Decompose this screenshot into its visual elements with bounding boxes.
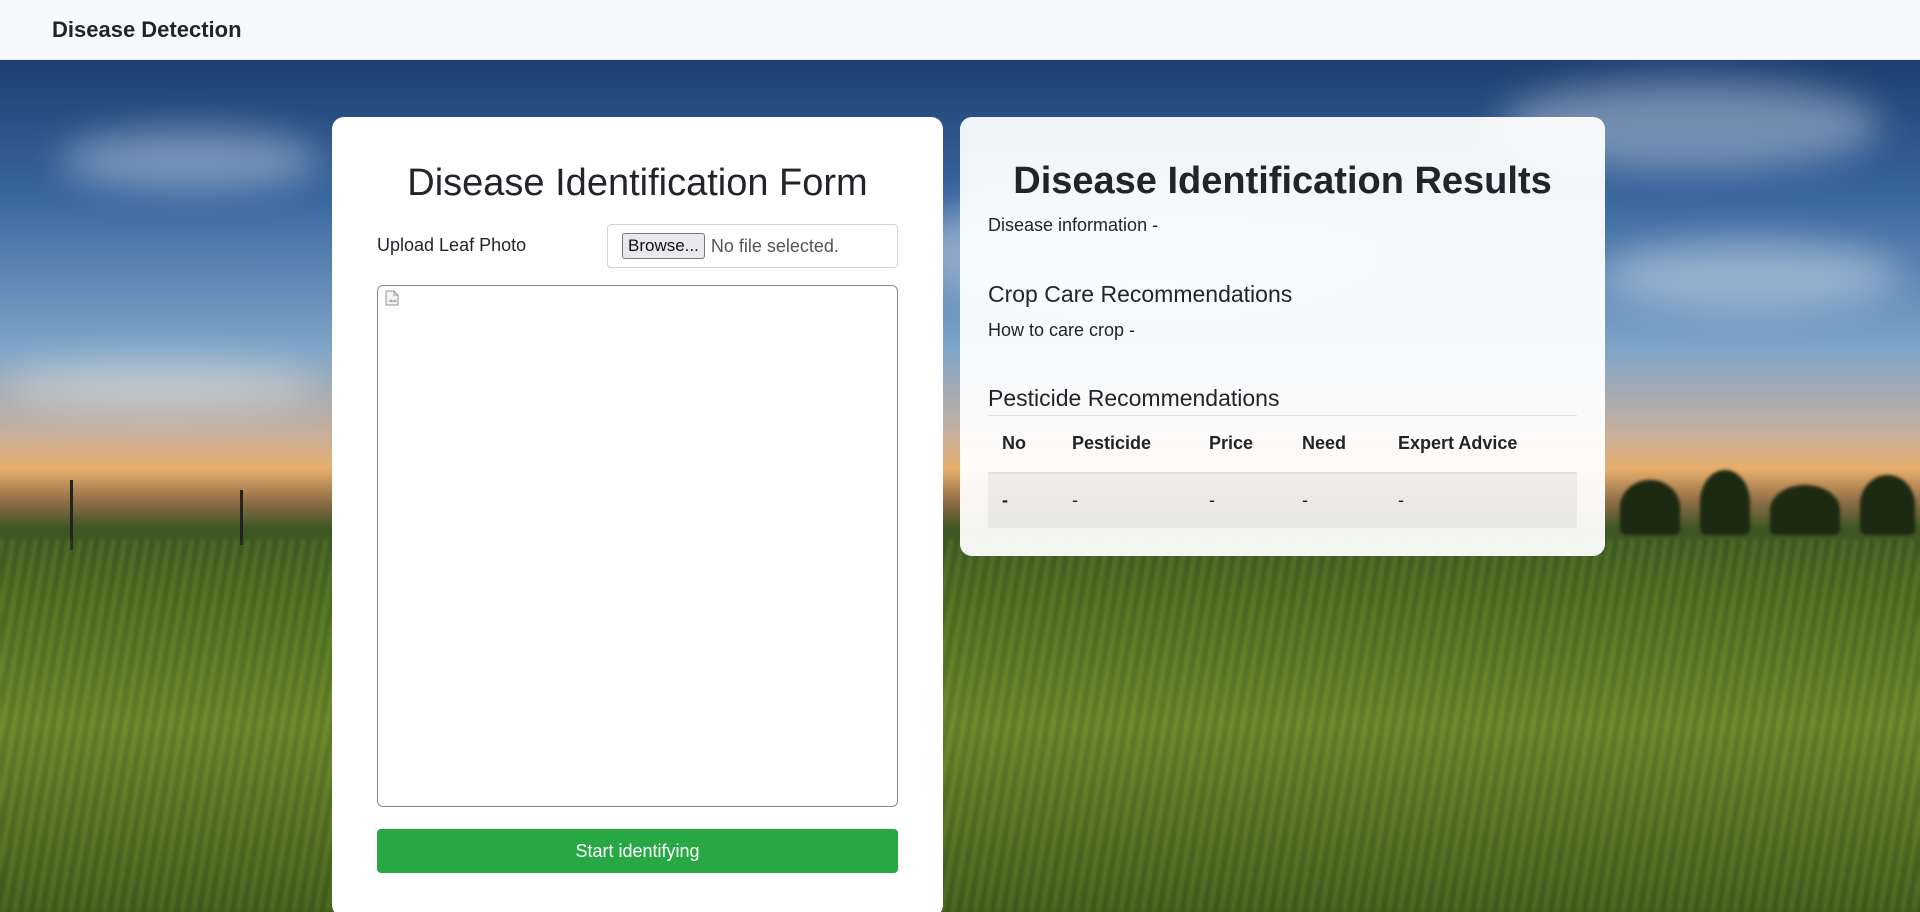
browse-button[interactable]: Browse... <box>622 233 705 259</box>
results-card: Disease Identification Results Disease i… <box>960 117 1605 556</box>
column-header: Pesticide <box>1058 415 1195 474</box>
leaf-photo-file-input[interactable]: Browse... No file selected. <box>607 224 898 268</box>
table-row: - - - - - <box>988 472 1577 528</box>
crop-care-text: How to care crop - <box>988 320 1136 340</box>
table-header-row: No Pesticide Price Need Expert Advice <box>988 415 1577 474</box>
brand-link[interactable]: Disease Detection <box>52 17 242 43</box>
results-title: Disease Identification Results <box>1013 160 1552 202</box>
column-header: No <box>988 415 1058 474</box>
table-cell: - <box>1384 472 1577 528</box>
column-header: Price <box>1195 415 1288 474</box>
table-cell: - <box>988 472 1058 528</box>
pesticide-table: No Pesticide Price Need Expert Advice - … <box>988 415 1577 528</box>
file-status-text: No file selected. <box>710 235 839 256</box>
form-title: Disease Identification Form <box>407 162 868 204</box>
identification-form-card: Disease Identification Form Upload Leaf … <box>332 117 943 912</box>
table-cell: - <box>1195 472 1288 528</box>
broken-image-icon <box>385 290 399 306</box>
table-cell: - <box>1058 472 1195 528</box>
column-header: Need <box>1288 415 1384 474</box>
pesticide-heading: Pesticide Recommendations <box>988 385 1280 411</box>
disease-information-text: Disease information - <box>988 215 1159 235</box>
navbar: Disease Detection <box>0 0 1920 60</box>
crop-care-heading: Crop Care Recommendations <box>988 281 1293 307</box>
table-cell: - <box>1288 472 1384 528</box>
upload-leaf-photo-label: Upload Leaf Photo <box>377 235 527 255</box>
leaf-image-preview <box>377 285 898 807</box>
start-identifying-button[interactable]: Start identifying <box>377 829 898 873</box>
column-header: Expert Advice <box>1384 415 1577 474</box>
